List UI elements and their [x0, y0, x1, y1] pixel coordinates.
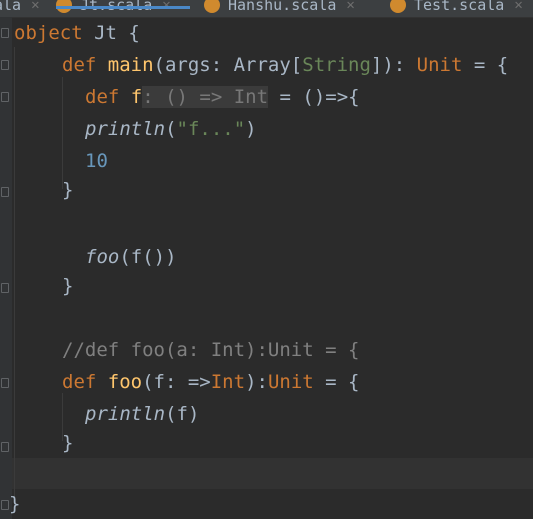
tab-label: Test.scala [414, 0, 505, 14]
code-line-13: } [9, 489, 20, 519]
tab-test-scala[interactable]: Test.scala ✕ [390, 0, 523, 17]
code-text: (f: => [142, 371, 211, 393]
brace: } [62, 179, 74, 201]
comment: //def foo(a: Int):Unit = { [62, 339, 360, 361]
keyword: def [62, 371, 108, 393]
scala-file-icon [204, 0, 220, 13]
code-line-6: } [62, 175, 73, 205]
object-name: Jt { [82, 22, 140, 44]
brace: } [62, 432, 74, 454]
function-call: println [85, 403, 166, 425]
code-line-8: } [62, 271, 73, 301]
keyword: object [14, 22, 83, 44]
tab-label: Hanshu.scala [228, 0, 337, 14]
code-text: (f()) [119, 246, 177, 268]
function-call: println [85, 118, 166, 140]
fold-marker-icon[interactable] [1, 187, 9, 197]
code-text: ( [165, 118, 177, 140]
brace: } [9, 493, 21, 515]
type-name: Unit [416, 54, 463, 76]
tab-label: ala [0, 0, 22, 14]
fold-marker-icon[interactable] [1, 92, 9, 102]
indent-guide [62, 77, 63, 189]
function-name: f [130, 86, 143, 108]
code-line-2: def main(args: Array[String]): Unit = { [62, 50, 508, 80]
code-line-7: foo(f()) [85, 242, 177, 272]
brace: } [62, 275, 74, 297]
fold-marker-icon[interactable] [1, 28, 9, 38]
fold-marker-icon[interactable] [1, 283, 9, 293]
indent-guide [14, 47, 15, 507]
code-line-11: println(f) [85, 399, 199, 429]
code-line-5: 10 [85, 146, 108, 176]
function-name: main [107, 54, 154, 76]
fold-marker-icon[interactable] [1, 60, 9, 70]
code-text: = { [462, 54, 509, 76]
code-line-10: def foo(f: =>Int):Unit = { [62, 367, 359, 397]
type-hint: : () => Int [142, 86, 269, 108]
scala-file-icon [390, 0, 406, 13]
code-line-4: println("f...") [85, 114, 257, 144]
fold-marker-icon[interactable] [1, 500, 9, 510]
type-name: Int [210, 371, 246, 393]
function-call: foo [85, 246, 120, 268]
keyword: def [62, 54, 108, 76]
code-line-3: def f: () => Int = ()=>{ [85, 82, 360, 112]
code-text: ): [245, 371, 268, 393]
tab-ala[interactable]: ala ✕ [0, 0, 40, 17]
code-text: = ()=>{ [268, 86, 360, 108]
close-icon[interactable]: ✕ [162, 0, 170, 13]
current-line-highlight [12, 458, 533, 489]
editor-tab-bar: ala ✕ Jt.scala ✕ Hanshu.scala ✕ Test.sca… [0, 0, 533, 18]
code-line-12: } [62, 428, 73, 458]
fold-marker-icon[interactable] [1, 378, 9, 388]
keyword: def [85, 86, 131, 108]
close-icon[interactable]: ✕ [514, 0, 522, 13]
code-text: (f) [165, 403, 200, 425]
close-icon[interactable]: ✕ [346, 0, 354, 13]
code-text: ]): [370, 54, 417, 76]
tab-label: Jt.scala [80, 0, 153, 14]
scala-file-icon [56, 0, 72, 13]
code-line-1: object Jt { [14, 18, 140, 48]
code-text: ) [245, 118, 257, 140]
editor-gutter [0, 17, 12, 519]
code-text: (args: Array[ [153, 54, 303, 76]
number-literal: 10 [85, 150, 108, 172]
type-name: String [302, 54, 371, 76]
string-literal: "f..." [176, 118, 246, 140]
code-line-9: //def foo(a: Int):Unit = { [62, 335, 359, 365]
function-name: foo [107, 371, 143, 393]
close-icon[interactable]: ✕ [31, 0, 39, 13]
tab-hanshu-scala[interactable]: Hanshu.scala ✕ [204, 0, 355, 17]
type-name: Unit [267, 371, 314, 393]
code-text: = { [313, 371, 360, 393]
tab-jt-scala[interactable]: Jt.scala ✕ [56, 0, 190, 17]
fold-marker-icon[interactable] [1, 442, 9, 452]
